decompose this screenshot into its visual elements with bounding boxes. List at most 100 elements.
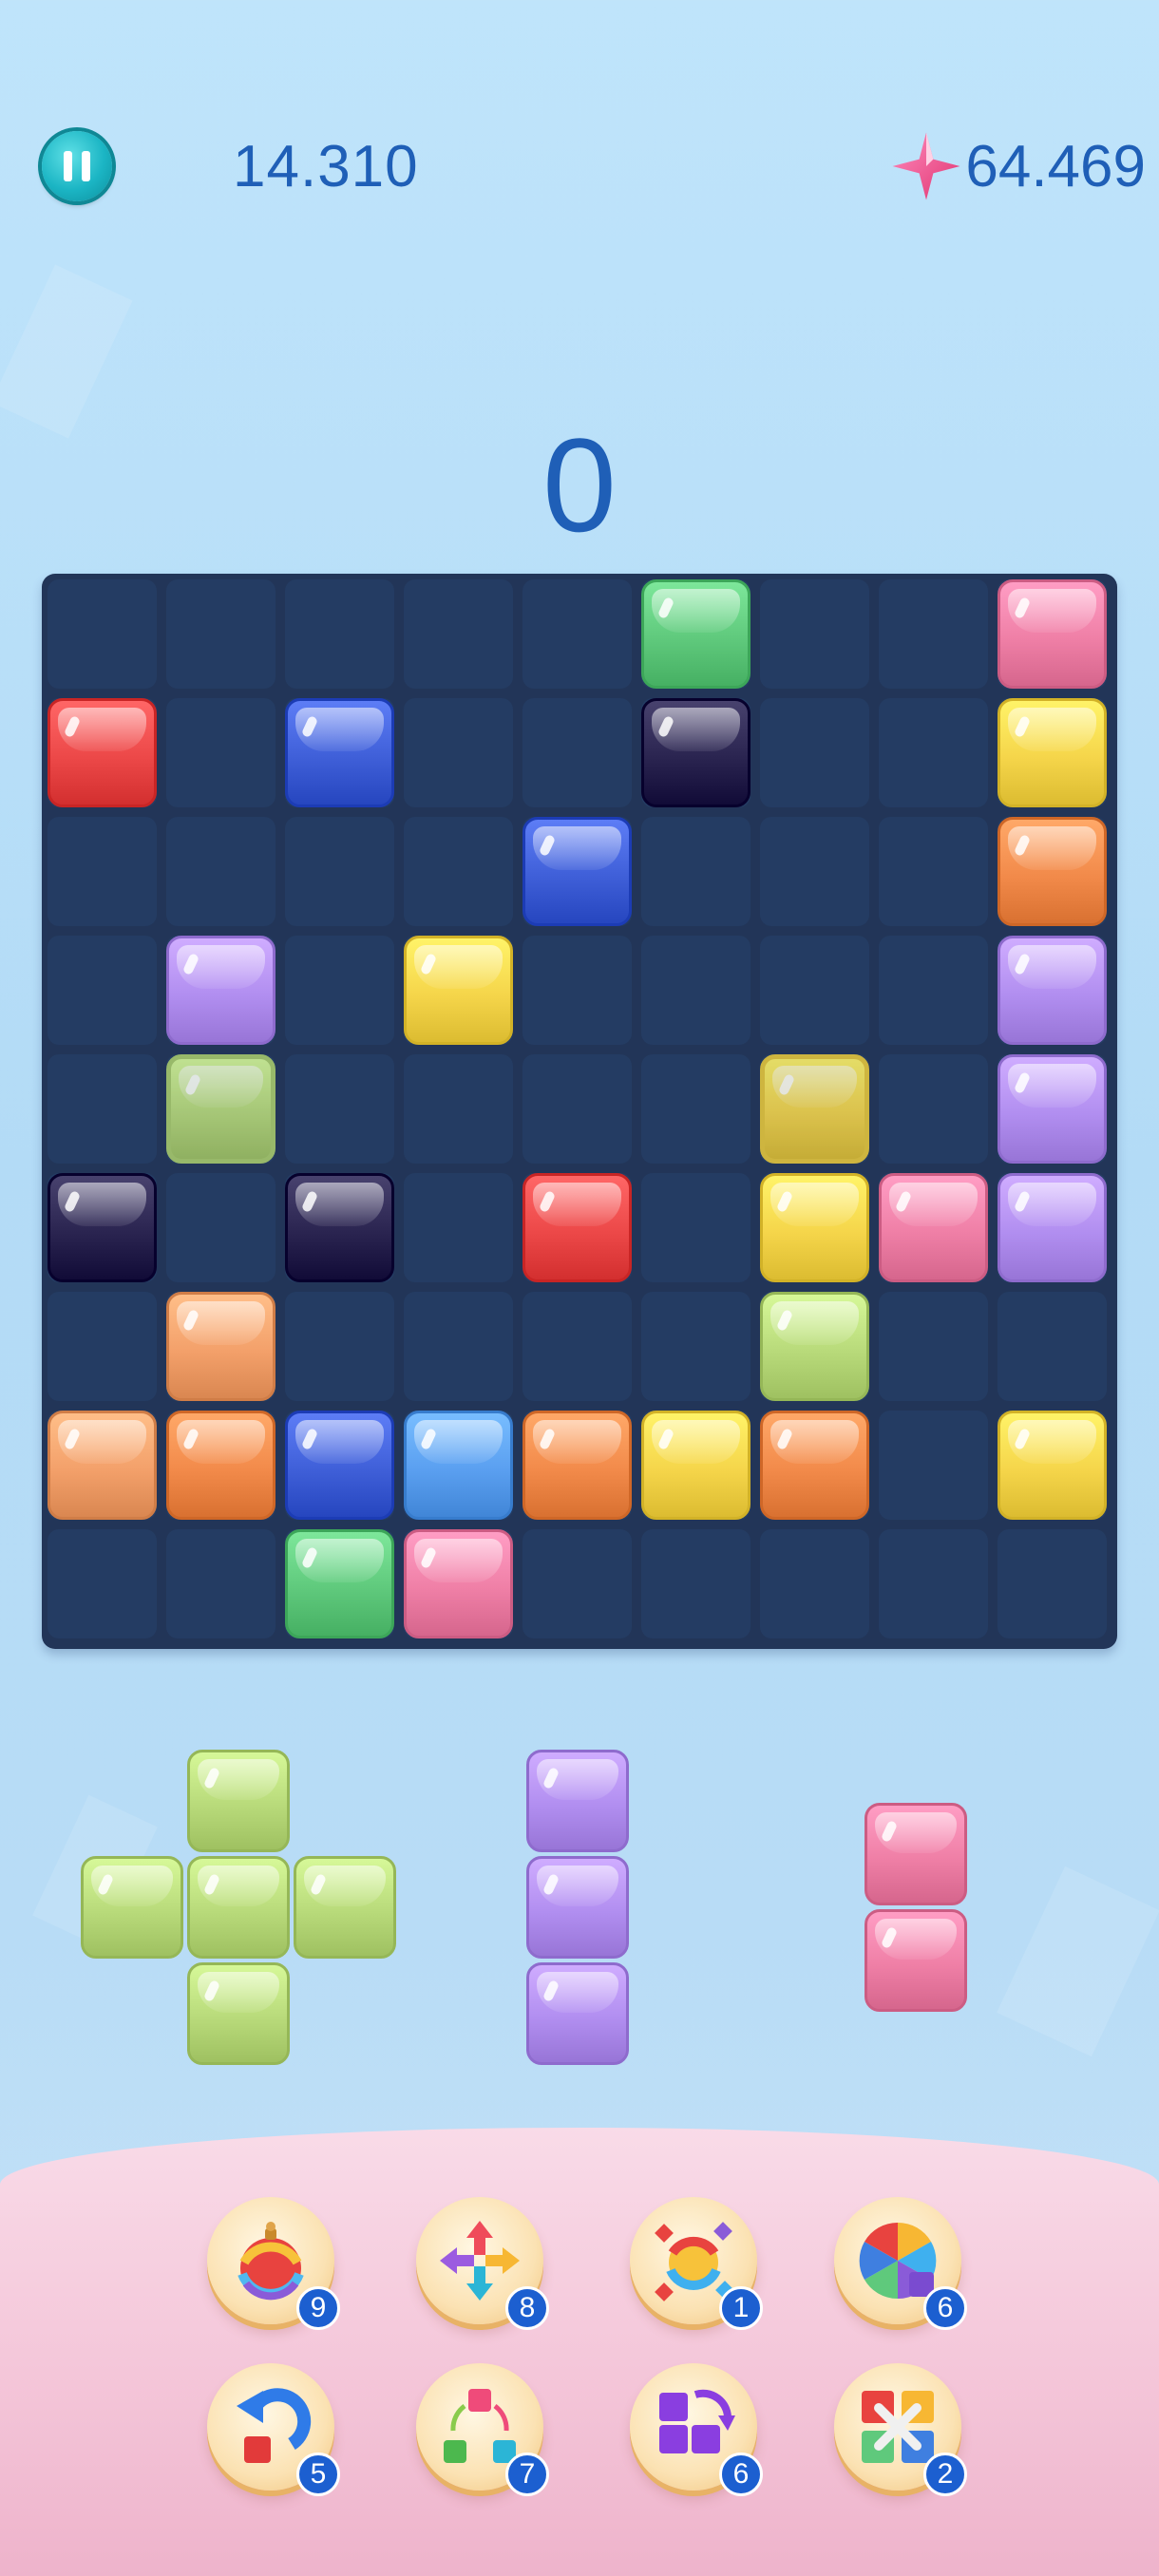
board-cell[interactable] xyxy=(404,579,513,689)
board-cell[interactable] xyxy=(641,817,750,926)
pause-button[interactable] xyxy=(42,131,112,201)
board-cell[interactable] xyxy=(760,698,869,807)
board-cell[interactable] xyxy=(285,936,394,1045)
move-button[interactable]: 8 xyxy=(416,2197,549,2330)
board-cell[interactable] xyxy=(404,1292,513,1401)
purple-block xyxy=(526,1750,629,1852)
board-cell[interactable] xyxy=(48,1054,157,1164)
rotate-button[interactable]: 6 xyxy=(630,2363,763,2496)
board-cell[interactable] xyxy=(404,817,513,926)
board-cell[interactable] xyxy=(879,1529,988,1638)
board-cell[interactable] xyxy=(641,936,750,1045)
board-cell[interactable] xyxy=(166,1529,276,1638)
green-block xyxy=(285,1529,394,1638)
board-cell[interactable] xyxy=(879,817,988,926)
board-cell[interactable] xyxy=(285,579,394,689)
yellow-block xyxy=(998,698,1107,807)
red-block xyxy=(522,1173,632,1282)
board-cell[interactable] xyxy=(285,817,394,926)
powerup-count-badge: 5 xyxy=(296,2453,340,2496)
blue-block xyxy=(285,698,394,807)
board-cell[interactable] xyxy=(879,698,988,807)
green-block xyxy=(641,579,750,689)
board-cell[interactable] xyxy=(641,1529,750,1638)
board-cell[interactable] xyxy=(404,1173,513,1282)
board-cell[interactable] xyxy=(760,936,869,1045)
rainbow-blast-button[interactable]: 1 xyxy=(630,2197,763,2330)
purple-block xyxy=(526,1856,629,1959)
board-cell[interactable] xyxy=(522,1054,632,1164)
board-cell[interactable] xyxy=(879,1054,988,1164)
plus-piece[interactable] xyxy=(81,1750,400,2069)
board-cell[interactable] xyxy=(166,698,276,807)
navy-block xyxy=(285,1173,394,1282)
vertical-three-piece[interactable] xyxy=(526,1750,633,2069)
game-board[interactable] xyxy=(42,574,1117,1649)
board-cell[interactable] xyxy=(641,1292,750,1401)
blue-block xyxy=(285,1411,394,1520)
purple-block xyxy=(166,936,276,1045)
board-cell[interactable] xyxy=(522,1529,632,1638)
board-cell[interactable] xyxy=(760,579,869,689)
board-cell[interactable] xyxy=(879,936,988,1045)
board-cell[interactable] xyxy=(522,1292,632,1401)
powerup-count-badge: 7 xyxy=(505,2453,549,2496)
board-cell[interactable] xyxy=(404,1054,513,1164)
shuffle-button[interactable]: 7 xyxy=(416,2363,549,2496)
color-wheel-button[interactable]: 6 xyxy=(834,2197,967,2330)
board-cell[interactable] xyxy=(166,817,276,926)
board-cell[interactable] xyxy=(404,698,513,807)
yellow-block xyxy=(760,1054,869,1164)
purple-block xyxy=(998,936,1107,1045)
sky-block xyxy=(404,1411,513,1520)
peach-block xyxy=(166,1292,276,1401)
navy-block xyxy=(641,698,750,807)
lime-block xyxy=(187,1750,290,1852)
board-cell[interactable] xyxy=(998,1529,1107,1638)
board-cell[interactable] xyxy=(998,1292,1107,1401)
pink-block xyxy=(864,1909,967,2012)
lime-block xyxy=(187,1856,290,1959)
pink-block xyxy=(404,1529,513,1638)
board-cell[interactable] xyxy=(641,1173,750,1282)
lime-block xyxy=(294,1856,396,1959)
board-cell[interactable] xyxy=(48,936,157,1045)
yellow-block xyxy=(641,1411,750,1520)
vertical-two-piece[interactable] xyxy=(864,1803,971,2016)
board-cell[interactable] xyxy=(48,1529,157,1638)
yellow-block xyxy=(404,936,513,1045)
board-cell[interactable] xyxy=(760,1529,869,1638)
orange-block xyxy=(166,1411,276,1520)
pink-block xyxy=(998,579,1107,689)
powerup-count-badge: 2 xyxy=(923,2453,967,2496)
powerup-count-badge: 8 xyxy=(505,2286,549,2330)
board-cell[interactable] xyxy=(166,1173,276,1282)
board-cell[interactable] xyxy=(285,1292,394,1401)
board-cell[interactable] xyxy=(760,817,869,926)
gem-counter[interactable]: 64.469 xyxy=(891,131,1146,201)
powerup-panel: 9 8 1 6 5 7 6 2 xyxy=(0,2128,1159,2576)
board-cell[interactable] xyxy=(641,1054,750,1164)
board-cell[interactable] xyxy=(522,698,632,807)
board-cell[interactable] xyxy=(522,936,632,1045)
board-cell[interactable] xyxy=(522,579,632,689)
board-cell[interactable] xyxy=(879,1292,988,1401)
best-score: 14.310 xyxy=(233,134,419,199)
board-cell[interactable] xyxy=(48,1292,157,1401)
rainbow-bomb-button[interactable]: 9 xyxy=(207,2197,340,2330)
board-cell[interactable] xyxy=(879,1411,988,1520)
orange-block xyxy=(522,1411,632,1520)
pause-icon xyxy=(64,151,72,181)
board-cell[interactable] xyxy=(879,579,988,689)
lime-block xyxy=(166,1054,276,1164)
powerup-count-badge: 6 xyxy=(923,2286,967,2330)
clear-button[interactable]: 2 xyxy=(834,2363,967,2496)
star-gem-icon xyxy=(892,132,960,200)
board-cell[interactable] xyxy=(166,579,276,689)
board-cell[interactable] xyxy=(48,817,157,926)
orange-block xyxy=(998,817,1107,926)
board-cell[interactable] xyxy=(48,579,157,689)
board-cell[interactable] xyxy=(285,1054,394,1164)
blue-block xyxy=(522,817,632,926)
undo-button[interactable]: 5 xyxy=(207,2363,340,2496)
